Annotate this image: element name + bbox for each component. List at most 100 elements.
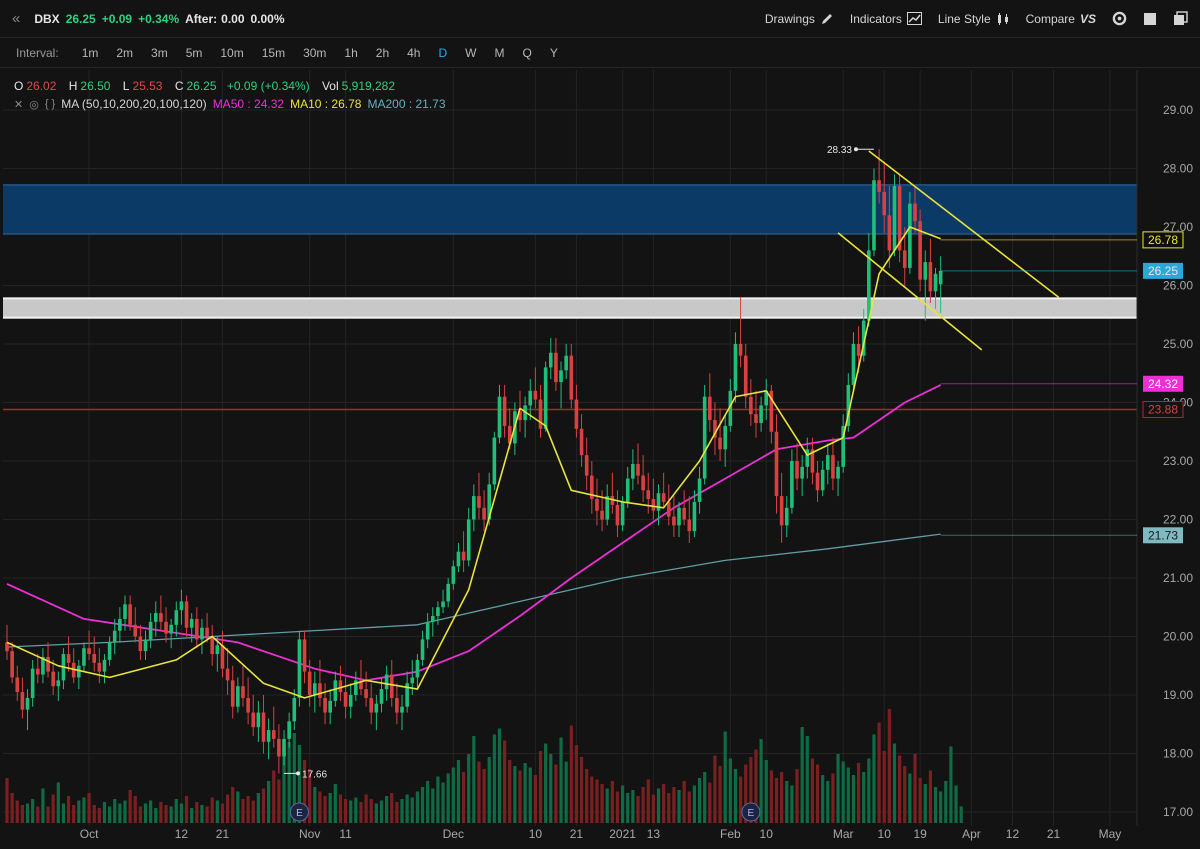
volume-bar (277, 779, 281, 823)
price-chart[interactable]: 28.33 17.66 E E 17.00 18.00 19.00 20.00 21.00 22.… (0, 0, 1200, 849)
volume-bar (662, 784, 666, 823)
candle-body (46, 656, 50, 672)
candle (369, 683, 374, 725)
volume-bar (605, 788, 609, 823)
candle-body (56, 680, 61, 687)
candle-body (205, 627, 209, 637)
candle-body (641, 475, 645, 491)
candle (574, 384, 579, 438)
volume-bar (128, 790, 132, 823)
candle (784, 496, 789, 538)
candle-body (195, 618, 199, 640)
price-tag-ma10: 26.78 (1142, 231, 1184, 249)
volume-bar (774, 778, 779, 823)
open-value: 26.02 (26, 79, 57, 93)
candle-body (153, 613, 158, 622)
candle (559, 361, 563, 409)
candle-body (112, 630, 117, 643)
candle (456, 542, 461, 573)
candle (364, 671, 368, 707)
volume-bar (472, 736, 476, 823)
candle (569, 344, 574, 409)
y-tick-label: 21.00 (1163, 571, 1193, 585)
volume-bar (482, 769, 486, 823)
candle (159, 595, 163, 631)
volume-bar (503, 740, 507, 823)
candle-body (482, 507, 486, 520)
volume-bar (882, 751, 886, 823)
volume-bar (333, 784, 337, 823)
volume-bar (261, 788, 266, 823)
volume-bar (574, 745, 579, 823)
eye-icon[interactable]: ◎ (29, 98, 39, 111)
candle (430, 607, 435, 637)
candle (841, 414, 845, 473)
volume-bar (138, 806, 142, 823)
volume-bar (703, 772, 707, 823)
volume-bar (456, 760, 461, 823)
close-value: 26.25 (186, 79, 217, 93)
volume-bar (354, 797, 358, 823)
ohlc-legend: O 26.02 H 26.50 L 25.53 C 26.25 +0.09 (+0.34… (14, 79, 398, 93)
code-braces-icon[interactable]: { } (45, 98, 55, 110)
candle (138, 624, 143, 660)
x-tick-label: May (1099, 827, 1122, 841)
candle (610, 472, 615, 514)
candle (831, 437, 835, 491)
volume-bar (323, 796, 327, 823)
candle (338, 665, 343, 701)
candle (631, 449, 635, 491)
candle (184, 595, 189, 637)
volume-bar (826, 781, 830, 823)
candle-body (200, 627, 204, 640)
candle-body (882, 191, 887, 216)
candle-body (790, 461, 794, 508)
candle (302, 630, 307, 684)
candle-body (795, 461, 799, 479)
volume-bar (426, 781, 430, 823)
candle-body (600, 510, 604, 520)
volume-bar (379, 800, 384, 823)
volume-bar (467, 754, 471, 823)
candle (477, 472, 481, 520)
candle (810, 437, 815, 485)
candle-body (636, 463, 640, 476)
candle (277, 724, 281, 774)
candle-body (702, 396, 707, 479)
volume-bar (318, 791, 322, 823)
volume-bar (523, 763, 527, 823)
candle-body (277, 738, 281, 757)
volume-bar (544, 743, 548, 823)
candle (318, 659, 322, 707)
volume-bar (615, 791, 620, 823)
volume-bar (25, 803, 30, 823)
candle (389, 659, 394, 707)
change-value: +0.09 (+0.34%) (226, 79, 310, 93)
candle-body (697, 478, 702, 502)
candle-body (446, 583, 450, 602)
candle-body (677, 507, 681, 526)
candle-body (369, 697, 374, 713)
candle (502, 384, 507, 438)
candle-body (415, 659, 420, 678)
volume-bar (343, 799, 348, 823)
volume-bar (590, 776, 594, 823)
candle (10, 642, 14, 684)
candle (615, 490, 620, 538)
ma-indicator-name: MA (50,10,200,20,100,120) (61, 97, 207, 111)
candle-body (97, 662, 102, 672)
x-tick-label: 19 (913, 827, 927, 841)
candle-body (379, 689, 384, 704)
close-x-icon[interactable]: ✕ (14, 98, 23, 111)
candle (472, 484, 476, 532)
volume-bar (272, 770, 276, 823)
candle-body (318, 683, 322, 698)
volume-bar (569, 725, 573, 823)
volume-bar (477, 761, 481, 823)
candle (682, 490, 686, 526)
volume-bar (82, 797, 86, 823)
candle-body (733, 344, 738, 391)
candle-body (466, 519, 471, 561)
candle (164, 607, 168, 643)
high-value: 26.50 (80, 79, 111, 93)
